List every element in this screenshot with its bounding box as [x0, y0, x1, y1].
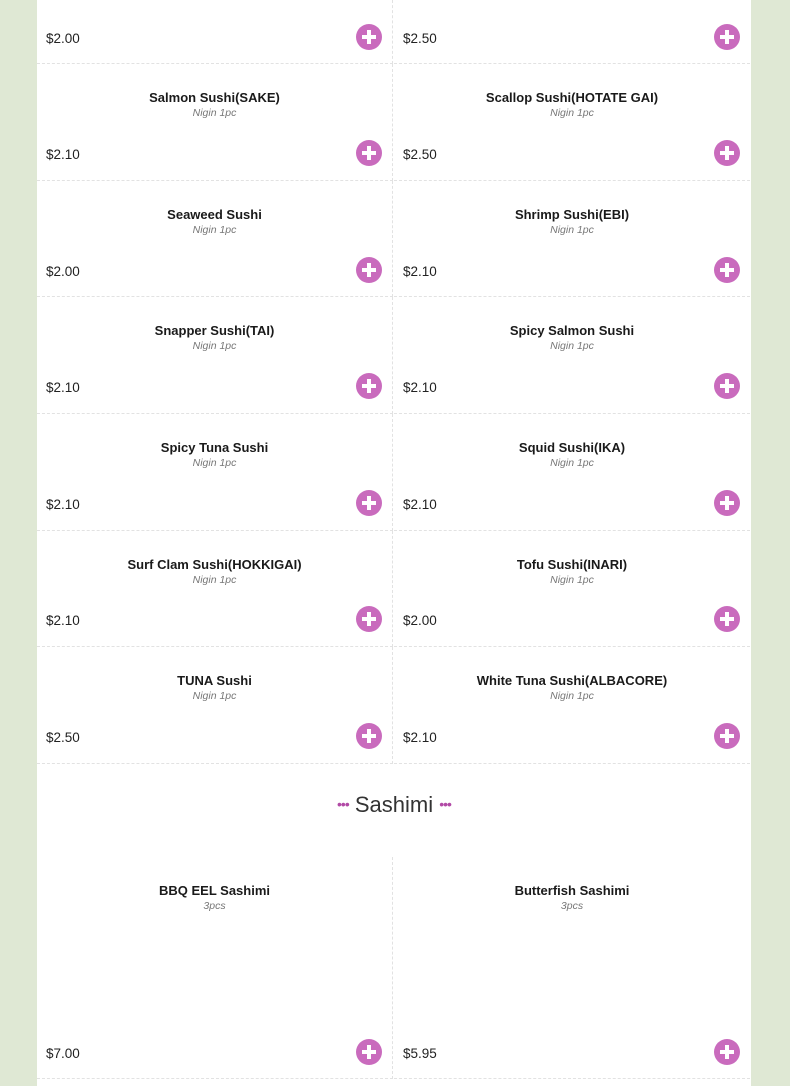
menu-item-card[interactable]: Snapper Sushi(TAI) Nigin 1pc $2.10	[37, 297, 393, 414]
plus-circle-icon[interactable]	[356, 606, 382, 632]
menu-item-card[interactable]: Shrimp Sushi(EBI) Nigin 1pc $2.10	[394, 181, 750, 297]
item-description: 3pcs	[203, 900, 226, 912]
menu-item-card[interactable]: Surf Clam Sushi(HOKKIGAI) Nigin 1pc $2.1…	[37, 531, 393, 647]
item-name: Seaweed Sushi	[167, 207, 262, 222]
menu-item-card[interactable]: Salmon Sushi(SAKE) Nigin 1pc $2.10	[37, 64, 393, 181]
item-description: Nigin 1pc	[550, 457, 594, 469]
menu-item-card[interactable]: Butterfish Sashimi 3pcs $5.95	[394, 857, 750, 1079]
menu-item-card[interactable]: Spicy Tuna Sushi Nigin 1pc $2.10	[37, 414, 393, 531]
item-description: Nigin 1pc	[550, 574, 594, 586]
item-price: $5.95	[403, 1046, 437, 1061]
menu-item-card[interactable]: BBQ EEL Sashimi 3pcs $7.00	[37, 857, 393, 1079]
plus-circle-icon[interactable]	[356, 1039, 382, 1065]
item-name: Shrimp Sushi(EBI)	[514, 207, 630, 222]
dots-decoration-icon: •••	[337, 796, 350, 812]
item-name: Scallop Sushi(HOTATE GAI)	[485, 90, 659, 105]
menu-item-card[interactable]: Spicy Salmon Sushi Nigin 1pc $2.10	[394, 297, 750, 414]
item-price: $2.10	[46, 613, 80, 628]
menu-item-card[interactable]: Scallop Sushi(HOTATE GAI) Nigin 1pc $2.5…	[394, 64, 750, 181]
item-price: $2.00	[46, 31, 80, 46]
item-description: Nigin 1pc	[192, 574, 237, 586]
item-name: Butterfish Sashimi	[514, 883, 630, 898]
item-name: Salmon Sushi(SAKE)	[149, 90, 280, 105]
plus-circle-icon[interactable]	[714, 490, 740, 516]
item-name: Spicy Tuna Sushi	[160, 440, 269, 455]
item-price: $2.10	[403, 380, 437, 395]
item-description: Nigin 1pc	[550, 340, 594, 352]
item-description: Nigin 1pc	[192, 457, 237, 469]
menu-item-card[interactable]: $2.00	[37, 0, 393, 64]
plus-circle-icon[interactable]	[714, 140, 740, 166]
plus-circle-icon[interactable]	[356, 140, 382, 166]
plus-circle-icon[interactable]	[714, 1039, 740, 1065]
item-price: $2.10	[403, 730, 437, 745]
item-name: Surf Clam Sushi(HOKKIGAI)	[127, 557, 302, 572]
item-price: $7.00	[46, 1046, 80, 1061]
menu-item-card[interactable]: $2.50	[394, 0, 750, 64]
item-description: Nigin 1pc	[192, 340, 237, 352]
item-description: Nigin 1pc	[192, 107, 237, 119]
plus-circle-icon[interactable]	[714, 24, 740, 50]
item-description: Nigin 1pc	[192, 690, 237, 702]
plus-circle-icon[interactable]	[356, 490, 382, 516]
section-header-sashimi: ••• Sashimi •••	[37, 792, 751, 818]
plus-circle-icon[interactable]	[356, 723, 382, 749]
item-name: Spicy Salmon Sushi	[509, 323, 635, 338]
item-price: $2.00	[403, 613, 437, 628]
item-name: BBQ EEL Sashimi	[158, 883, 270, 898]
item-name: TUNA Sushi	[177, 673, 252, 688]
item-description: 3pcs	[560, 900, 584, 912]
item-price: $2.50	[403, 147, 437, 162]
item-name: White Tuna Sushi(ALBACORE)	[476, 673, 668, 688]
item-name: Snapper Sushi(TAI)	[154, 323, 275, 338]
menu-item-card[interactable]: Seaweed Sushi Nigin 1pc $2.00	[37, 181, 393, 297]
item-name: Tofu Sushi(INARI)	[516, 557, 628, 572]
item-price: $2.10	[46, 497, 80, 512]
section-title: Sashimi	[354, 792, 434, 817]
menu-item-card[interactable]: Tofu Sushi(INARI) Nigin 1pc $2.00	[394, 531, 750, 647]
item-price: $2.10	[46, 380, 80, 395]
menu-item-card[interactable]: TUNA Sushi Nigin 1pc $2.50	[37, 647, 393, 764]
item-description: Nigin 1pc	[550, 107, 594, 119]
item-description: Nigin 1pc	[192, 224, 237, 236]
item-name: Squid Sushi(IKA)	[518, 440, 626, 455]
plus-circle-icon[interactable]	[356, 257, 382, 283]
plus-circle-icon[interactable]	[714, 373, 740, 399]
menu-item-card[interactable]: White Tuna Sushi(ALBACORE) Nigin 1pc $2.…	[394, 647, 750, 764]
item-description: Nigin 1pc	[550, 690, 594, 702]
plus-circle-icon[interactable]	[714, 606, 740, 632]
dots-decoration-icon: •••	[439, 796, 452, 812]
plus-circle-icon[interactable]	[356, 373, 382, 399]
plus-circle-icon[interactable]	[714, 723, 740, 749]
menu-panel: $2.00 $2.50 Salmon Sushi(SAKE) Nigin 1pc…	[37, 0, 751, 1086]
item-price: $2.10	[403, 264, 437, 279]
item-price: $2.10	[46, 147, 80, 162]
item-description: Nigin 1pc	[550, 224, 594, 236]
item-price: $2.50	[403, 31, 437, 46]
menu-item-card[interactable]: Squid Sushi(IKA) Nigin 1pc $2.10	[394, 414, 750, 531]
item-price: $2.00	[46, 264, 80, 279]
item-price: $2.10	[403, 497, 437, 512]
plus-circle-icon[interactable]	[356, 24, 382, 50]
plus-circle-icon[interactable]	[714, 257, 740, 283]
item-price: $2.50	[46, 730, 80, 745]
